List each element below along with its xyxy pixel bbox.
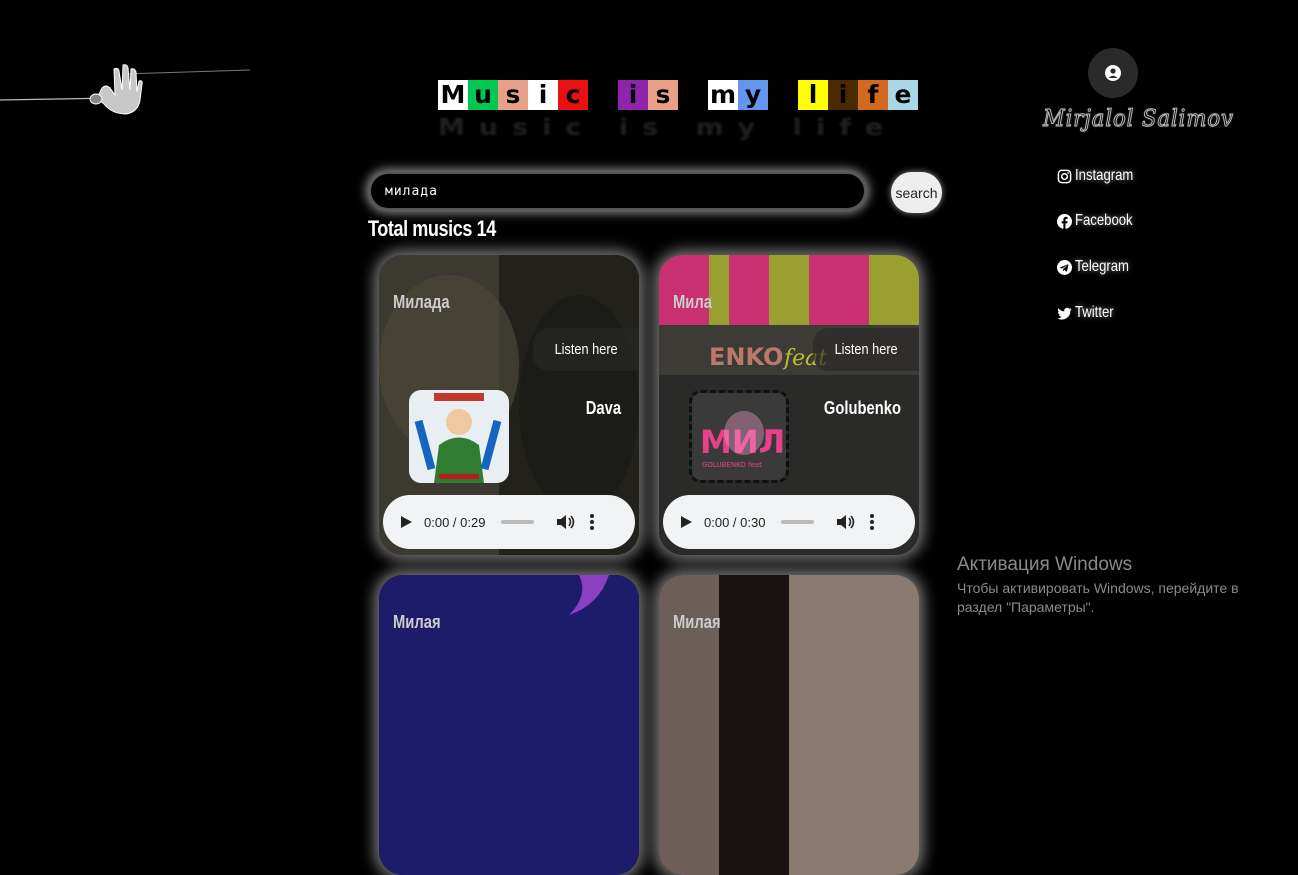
title-letter-tile: y bbox=[738, 80, 768, 110]
volume-icon[interactable] bbox=[836, 514, 856, 530]
more-options-icon[interactable] bbox=[590, 514, 595, 530]
audio-progress[interactable] bbox=[781, 520, 815, 524]
sidebar-link-instagram[interactable]: Instagram bbox=[1057, 167, 1146, 185]
music-card: Милая bbox=[659, 575, 919, 875]
more-options-icon[interactable] bbox=[870, 514, 875, 530]
audio-progress[interactable] bbox=[501, 520, 535, 524]
svg-text:GOLUBENKO feat: GOLUBENKO feat bbox=[702, 461, 762, 469]
play-icon[interactable] bbox=[681, 516, 692, 528]
audio-time: 0:00 / 0:30 bbox=[704, 514, 766, 530]
music-card: Милая bbox=[379, 575, 639, 875]
artist-name: Dava bbox=[585, 398, 621, 418]
listen-here-button[interactable]: Listen here bbox=[533, 328, 639, 371]
card-title: Милада bbox=[393, 292, 450, 312]
card-title: Милая bbox=[393, 612, 441, 632]
windows-activation-subtitle: Чтобы активировать Windows, перейдите в … bbox=[957, 580, 1239, 615]
windows-activation-watermark: Активация Windows Чтобы активировать Win… bbox=[957, 554, 1277, 617]
telegram-icon bbox=[1057, 259, 1072, 275]
windows-activation-title: Активация Windows bbox=[957, 554, 1133, 575]
title-letter-tile: m bbox=[708, 80, 738, 110]
album-cover bbox=[409, 390, 509, 483]
title-letter-tile: e bbox=[888, 80, 918, 110]
title-letter-tile: s bbox=[648, 80, 678, 110]
sidebar-link-facebook[interactable]: Facebook bbox=[1057, 212, 1145, 230]
music-card: Милада Listen here Dava 0:00 / 0:29 bbox=[379, 255, 639, 555]
total-musics-count: Total musics 14 bbox=[368, 216, 496, 241]
audio-player[interactable]: 0:00 / 0:29 bbox=[383, 495, 635, 549]
title-letter-tile: i bbox=[618, 80, 648, 110]
user-icon bbox=[1105, 65, 1121, 81]
title-letter-tile bbox=[678, 80, 708, 110]
title-letter-tile: l bbox=[798, 80, 828, 110]
volume-icon[interactable] bbox=[556, 514, 576, 530]
music-card: ENKO feat Мила Listen here Golubenko МИЛ… bbox=[659, 255, 919, 555]
title-letter-tile: f bbox=[858, 80, 888, 110]
artist-name: Golubenko bbox=[823, 398, 901, 418]
title-letter-tile: s bbox=[498, 80, 528, 110]
listen-here-button[interactable]: Listen here bbox=[813, 328, 919, 371]
sidebar-link-label: Facebook bbox=[1075, 212, 1133, 229]
search-button[interactable]: search bbox=[891, 172, 942, 213]
album-cover: МИЛА GOLUBENKO feat bbox=[689, 390, 789, 483]
instagram-icon bbox=[1057, 169, 1072, 183]
title-letter-tile: i bbox=[828, 80, 858, 110]
site-title-reflection: Music is my life bbox=[438, 114, 898, 142]
site-title: Music is my life bbox=[438, 80, 918, 110]
title-letter-tile: u bbox=[468, 80, 498, 110]
svg-text:ENKO: ENKO bbox=[709, 343, 783, 371]
sidebar-link-label: Twitter bbox=[1075, 304, 1114, 321]
title-letter-tile bbox=[768, 80, 798, 110]
title-letter-tile: c bbox=[558, 80, 588, 110]
audio-time: 0:00 / 0:29 bbox=[424, 514, 486, 530]
sidebar-link-label: Telegram bbox=[1075, 258, 1129, 275]
author-signature: Mirjalol Salimov bbox=[1043, 106, 1234, 133]
sidebar-link-twitter[interactable]: Twitter bbox=[1057, 304, 1122, 322]
twitter-icon bbox=[1057, 307, 1072, 320]
title-letter-tile: i bbox=[528, 80, 558, 110]
title-letter-tile bbox=[588, 80, 618, 110]
search-input[interactable] bbox=[369, 172, 866, 210]
sidebar-link-label: Instagram bbox=[1075, 167, 1134, 184]
hand-logo bbox=[0, 64, 251, 115]
play-icon[interactable] bbox=[401, 516, 412, 528]
audio-player[interactable]: 0:00 / 0:30 bbox=[663, 495, 915, 549]
card-title: Мила bbox=[673, 292, 712, 312]
title-letter-tile: M bbox=[438, 80, 468, 110]
user-account-button[interactable] bbox=[1088, 48, 1138, 98]
sidebar-link-telegram[interactable]: Telegram bbox=[1057, 258, 1141, 276]
facebook-icon bbox=[1057, 213, 1072, 229]
card-title: Милая bbox=[673, 612, 721, 632]
